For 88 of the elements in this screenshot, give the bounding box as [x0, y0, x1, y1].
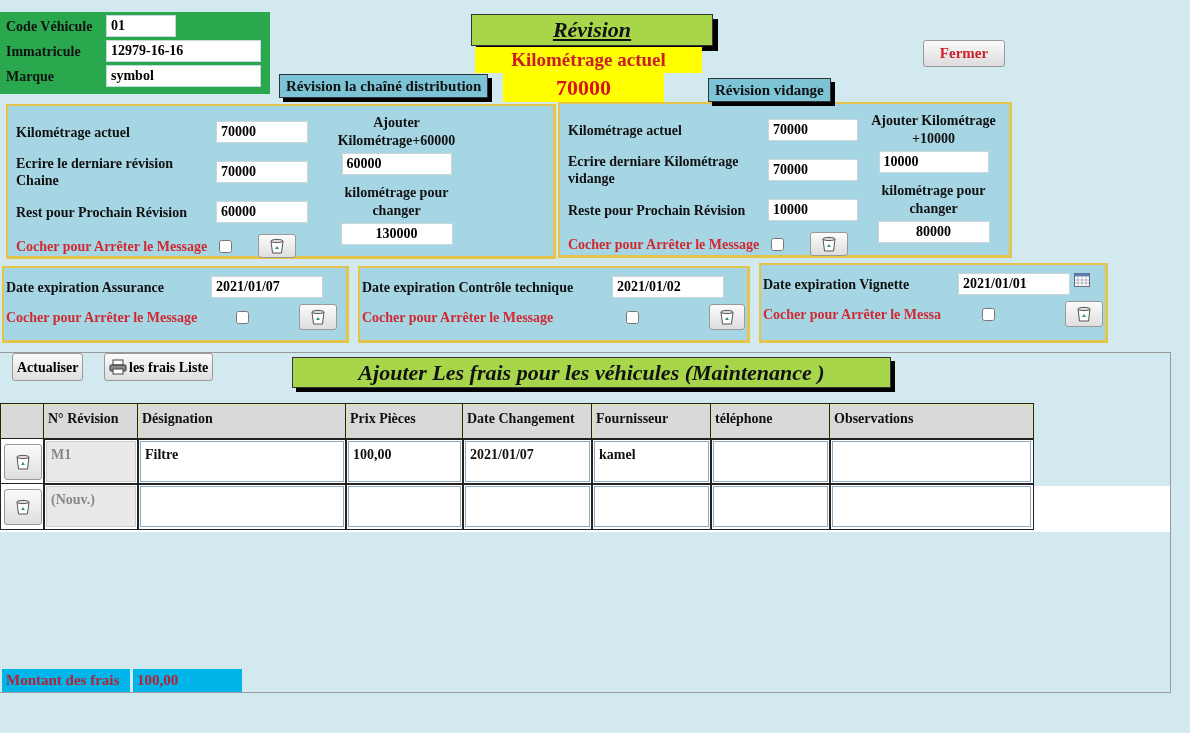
field-label: Date expiration Contrôle technique — [362, 278, 575, 297]
table-cell[interactable] — [713, 486, 828, 527]
input-field[interactable]: 60000 — [341, 153, 452, 175]
table-cell[interactable] — [713, 441, 828, 482]
total-label: Montant des frais — [2, 669, 130, 692]
column-header: Désignation — [138, 404, 346, 439]
input-field[interactable]: 2021/01/02 — [612, 276, 724, 298]
record-id: M1 — [46, 441, 136, 482]
input-field[interactable]: 70000 — [216, 161, 308, 183]
field-label: Immatricule — [6, 42, 82, 61]
delete-button[interactable] — [258, 234, 297, 258]
checkbox[interactable] — [625, 310, 639, 324]
column-header: Date Changement — [463, 404, 592, 439]
input-field[interactable]: 80000 — [877, 221, 990, 243]
delete-button[interactable] — [3, 443, 42, 480]
field-label: Kilométrage actuel — [568, 121, 683, 139]
stop-message-label: Cocher pour Arrêter le Message — [362, 308, 555, 327]
stop-message-label: Cocher pour Arrêter le Message — [6, 308, 199, 327]
table-cell[interactable] — [465, 486, 590, 527]
trash-icon — [270, 238, 285, 254]
field-label: Ajouter Kilométrage+60000 — [336, 114, 457, 150]
mileage-label: Kilométrage actuel — [475, 47, 702, 73]
input-field[interactable]: 01 — [106, 15, 176, 37]
field-label: Kilométrage actuel — [16, 123, 131, 141]
table-cell[interactable]: 2021/01/07 — [465, 441, 590, 482]
input-field[interactable]: 130000 — [340, 223, 453, 245]
refresh-button[interactable]: Actualiser — [12, 353, 84, 381]
trash-icon — [311, 309, 325, 325]
trash-icon — [15, 453, 30, 470]
field-label: Date expiration Assurance — [6, 278, 165, 297]
field-label: kilométrage pour changer — [343, 184, 450, 220]
table-cell[interactable] — [832, 441, 1031, 482]
field-label: Date expiration Vignette — [763, 275, 911, 294]
field-label: Ecrire le derniare révision Chaine — [16, 155, 174, 189]
delete-button[interactable] — [1065, 301, 1103, 327]
delete-button[interactable] — [810, 232, 849, 256]
column-header: téléphone — [711, 404, 830, 439]
input-field[interactable]: 10000 — [878, 151, 989, 173]
trash-icon — [1077, 306, 1092, 322]
field-label: Reste pour Prochain Révision — [568, 201, 747, 219]
header-cell — [1, 404, 44, 439]
trash-icon — [822, 236, 837, 252]
input-field[interactable]: 70000 — [768, 159, 858, 181]
column-header: Prix Pièces — [346, 404, 463, 439]
table-cell[interactable]: 100,00 — [348, 441, 461, 482]
table-cell[interactable] — [832, 486, 1031, 527]
delete-button[interactable] — [3, 488, 42, 525]
input-field[interactable]: 70000 — [768, 119, 858, 141]
trash-icon — [719, 309, 734, 325]
field-label: Ajouter Kilométrage +10000 — [870, 112, 997, 148]
table-cell[interactable]: Filtre — [140, 441, 344, 482]
table-cell[interactable] — [594, 486, 709, 527]
input-field[interactable]: 2021/01/01 — [958, 273, 1070, 295]
input-field[interactable]: 60000 — [216, 201, 308, 223]
input-field[interactable]: 12979-16-16 — [106, 40, 261, 62]
record-id: (Nouv.) — [46, 486, 136, 527]
column-header: N° Révision — [44, 404, 138, 439]
checkbox[interactable] — [982, 307, 996, 321]
field-label: Rest pour Prochain Révision — [16, 203, 188, 221]
table-cell[interactable] — [140, 486, 344, 527]
list-button[interactable]: les frais Liste — [104, 353, 214, 381]
input-field[interactable]: symbol — [106, 65, 261, 87]
input-field[interactable]: 10000 — [768, 199, 858, 221]
checkbox[interactable] — [219, 239, 233, 253]
checkbox[interactable] — [771, 237, 785, 251]
field-label: Code Véhicule — [6, 17, 94, 36]
column-header: Fournisseur — [592, 404, 711, 439]
field-label: Ecrire derniare Kilométrage vidange — [568, 153, 740, 187]
table-cell[interactable]: kamel — [594, 441, 709, 482]
field-label: Marque — [6, 67, 55, 86]
mileage-value: 70000 — [503, 73, 664, 102]
stop-message-label: Cocher pour Arrêter le Messa — [763, 305, 943, 324]
trash-icon — [15, 498, 30, 515]
close-button[interactable]: Fermer — [923, 40, 1005, 67]
input-field[interactable]: 2021/01/07 — [211, 276, 323, 298]
stop-message-label: Cocher pour Arrêter le Message — [16, 237, 208, 256]
title-text: Révision — [552, 17, 632, 42]
delete-button[interactable] — [708, 304, 745, 330]
input-field[interactable]: 70000 — [216, 121, 308, 143]
stop-message-label: Cocher pour Arrêter le Message — [568, 235, 760, 254]
table-cell[interactable] — [348, 486, 461, 527]
column-header: Observations — [830, 404, 1033, 439]
field-label: kilométrage pour changer — [880, 182, 987, 218]
total-value: 100,00 — [133, 669, 242, 692]
printer-icon — [109, 359, 127, 375]
checkbox[interactable] — [236, 310, 249, 324]
delete-button[interactable] — [299, 304, 337, 330]
calendar-icon[interactable] — [1074, 273, 1090, 287]
